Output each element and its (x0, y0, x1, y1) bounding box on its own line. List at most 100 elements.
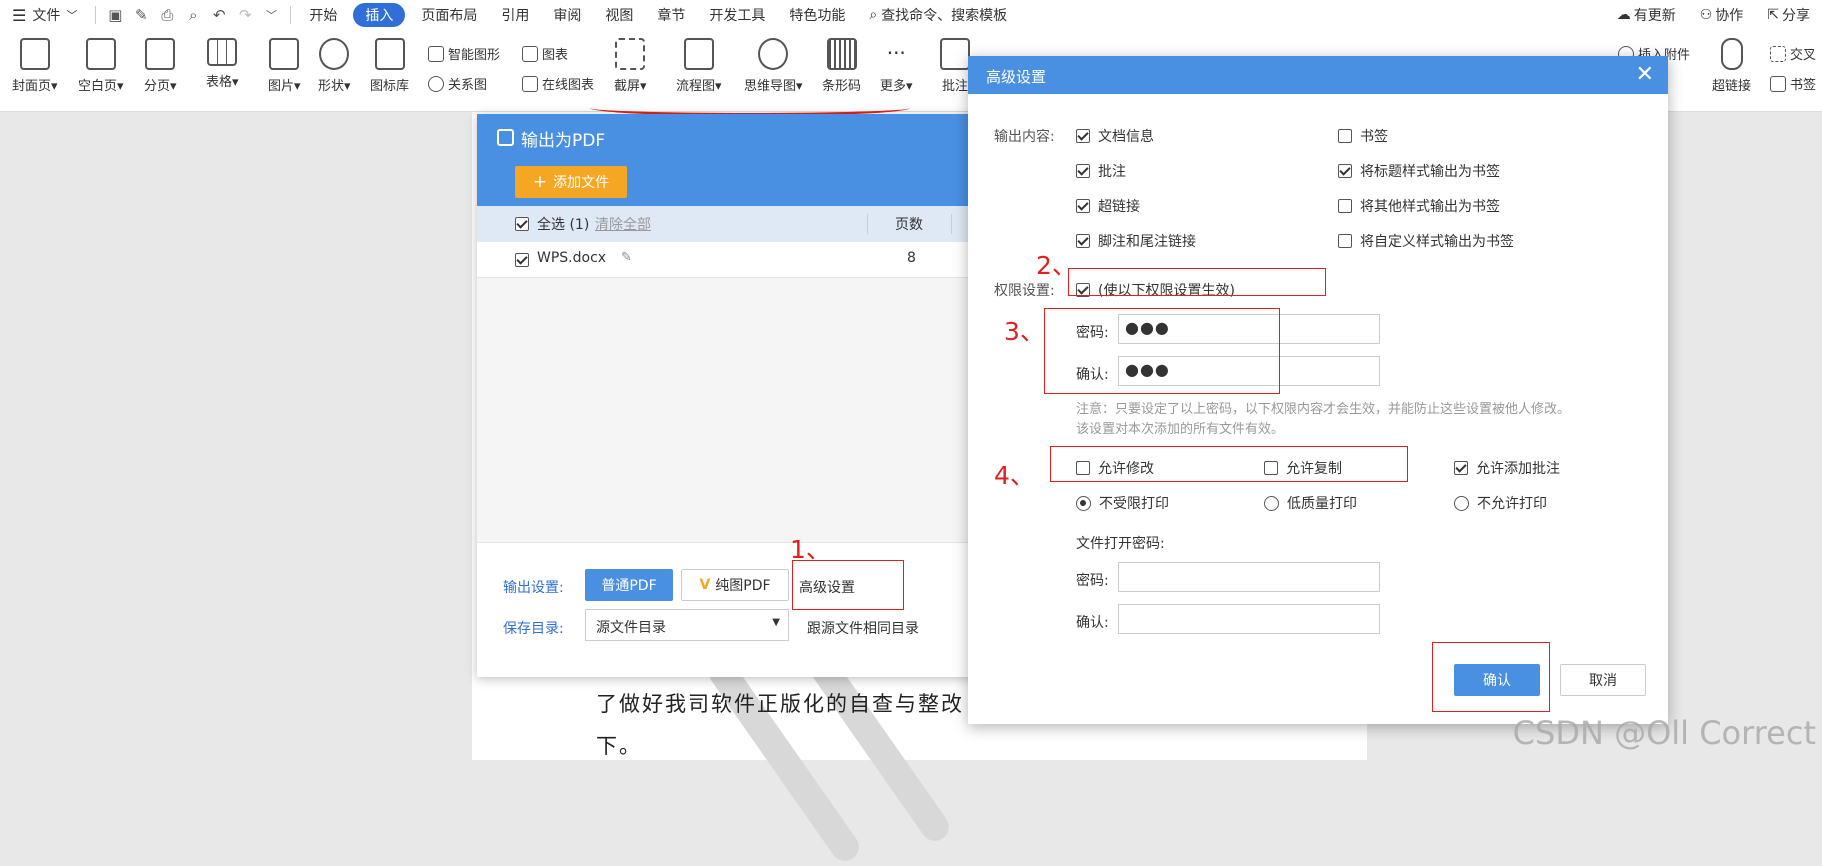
collaborate-button[interactable]: ⚇协作 (1688, 0, 1756, 30)
comment-button[interactable]: 批注 (940, 38, 970, 94)
print-none-option[interactable]: 不允许打印 (1454, 493, 1547, 513)
mindmap-button[interactable]: 思维导图▾ (744, 38, 803, 94)
add-file-button[interactable]: +添加文件 (515, 166, 627, 198)
cross-reference-button[interactable]: 交叉 (1770, 44, 1816, 63)
checkbox[interactable] (1338, 164, 1352, 178)
icon-library-button[interactable]: 图标库 (370, 38, 409, 94)
tab-insert[interactable]: 插入 (353, 3, 405, 27)
tab-start[interactable]: 开始 (297, 0, 349, 30)
open-password-input[interactable] (1118, 562, 1380, 592)
blank-page-button[interactable]: 空白页▾ (78, 38, 124, 94)
print-low-option[interactable]: 低质量打印 (1264, 493, 1357, 513)
clear-all-link[interactable]: 清除全部 (595, 214, 651, 234)
barcode-button[interactable]: 条形码 (822, 38, 861, 94)
annotation-box-4 (1050, 446, 1408, 482)
select-all-checkbox[interactable] (515, 217, 529, 231)
checkbox[interactable] (1454, 461, 1468, 475)
pdf-export-icon (497, 129, 514, 146)
hyperlink-button[interactable]: 超链接 (1712, 38, 1751, 94)
file-checkbox[interactable] (515, 253, 529, 267)
save-dir-select[interactable]: 源文件目录 ▼ (585, 609, 789, 641)
undo-icon[interactable]: ↶ (206, 0, 232, 30)
file-pages: 8 (907, 250, 916, 266)
tab-developer[interactable]: 开发工具 (697, 0, 777, 30)
annotation-box-3 (1044, 308, 1280, 394)
tab-review[interactable]: 审阅 (541, 0, 593, 30)
flowchart-button[interactable]: 流程图▾ (676, 38, 722, 94)
online-chart-button[interactable]: 在线图表 (522, 74, 594, 93)
file-table-header: 全选 (1) 清除全部 页数 (477, 206, 1000, 242)
opt-custom-style-bookmarks[interactable]: 将自定义样式输出为书签 (1338, 231, 1514, 251)
relation-chart-button[interactable]: 关系图 (428, 74, 487, 93)
permission-note-2: 该设置对本次添加的所有文件有效。 (1076, 420, 1284, 440)
opt-comments[interactable]: 批注 (1076, 161, 1126, 181)
shape-icon (319, 38, 349, 70)
pure-image-pdf-button[interactable]: V纯图PDF (681, 569, 789, 601)
divider (951, 214, 952, 234)
save-icon[interactable]: ▣ (102, 0, 128, 30)
table-button[interactable]: 表格▾ (206, 38, 239, 90)
tab-references[interactable]: 引用 (489, 0, 541, 30)
edit-icon[interactable]: ✎ (621, 250, 632, 265)
format-painter-icon[interactable]: ✎ (128, 0, 154, 30)
picture-button[interactable]: 图片▾ (268, 38, 301, 94)
opt-footnotes[interactable]: 脚注和尾注链接 (1076, 231, 1196, 251)
tab-section[interactable]: 章节 (645, 0, 697, 30)
table-icon (207, 38, 237, 66)
annotation-number-3: 3、 (1004, 312, 1045, 348)
icon-library-icon (375, 38, 405, 70)
radio[interactable] (1264, 496, 1279, 511)
print-icon[interactable]: ⎙ (154, 0, 180, 30)
checkbox[interactable] (1338, 234, 1352, 248)
checkbox[interactable] (1076, 199, 1090, 213)
search-box[interactable]: ⌕查找命令、搜索模板 (857, 0, 1019, 30)
opt-other-style-bookmarks[interactable]: 将其他样式输出为书签 (1338, 196, 1500, 216)
checkbox[interactable] (1076, 129, 1090, 143)
cover-page-button[interactable]: 封面页▾ (12, 38, 58, 94)
normal-pdf-button[interactable]: 普通PDF (585, 569, 673, 601)
file-name: WPS.docx (537, 250, 606, 266)
checkbox[interactable] (1076, 164, 1090, 178)
checkbox[interactable] (1338, 199, 1352, 213)
radio[interactable] (1454, 496, 1469, 511)
mindmap-icon (758, 38, 788, 70)
select-all-label: 全选 (1) (537, 214, 589, 234)
opt-label: 将标题样式输出为书签 (1360, 161, 1500, 181)
save-dir-label: 保存目录: (503, 618, 564, 638)
opt-hyperlinks[interactable]: 超链接 (1076, 196, 1140, 216)
annotation-number-4: 4、 (994, 456, 1035, 492)
more-button[interactable]: ···更多▾ (880, 38, 913, 94)
radio[interactable] (1076, 496, 1091, 511)
tab-features[interactable]: 特色功能 (777, 0, 857, 30)
opt-doc-info[interactable]: 文档信息 (1076, 126, 1154, 146)
cancel-button[interactable]: 取消 (1560, 664, 1646, 696)
file-menu[interactable]: ☰文件﹀ (0, 0, 89, 30)
col-pages-header: 页数 (895, 214, 923, 234)
close-icon[interactable]: ✕ (1636, 62, 1654, 87)
page-break-button[interactable]: 分页▾ (144, 38, 177, 94)
print-unlimited-option[interactable]: 不受限打印 (1076, 493, 1169, 513)
redo-icon[interactable]: ↷ (232, 0, 258, 30)
more-icon: ··· (881, 38, 911, 70)
table-row[interactable]: WPS.docx ✎ 8 (477, 242, 1000, 278)
opt-heading-bookmarks[interactable]: 将标题样式输出为书签 (1338, 161, 1500, 181)
open-confirm-input[interactable] (1118, 604, 1380, 634)
allow-comment-option[interactable]: 允许添加批注 (1454, 458, 1560, 478)
shape-button[interactable]: 形状▾ (318, 38, 351, 94)
screenshot-button[interactable]: 截屏▾ (614, 38, 647, 94)
quick-access-dropdown-icon[interactable]: ﹀ (258, 0, 284, 30)
opt-label: 将自定义样式输出为书签 (1360, 231, 1514, 251)
smart-art-button[interactable]: 智能图形 (428, 44, 500, 63)
opt-label: 书签 (1360, 126, 1388, 146)
opt-bookmarks[interactable]: 书签 (1338, 126, 1388, 146)
tab-page-layout[interactable]: 页面布局 (409, 0, 489, 30)
bookmark-button[interactable]: 书签 (1770, 74, 1816, 93)
print-preview-icon[interactable]: ⌕ (180, 0, 206, 30)
share-button[interactable]: ⇱分享 (1755, 0, 1822, 30)
update-button[interactable]: ☁有更新 (1605, 0, 1688, 30)
chart-button[interactable]: 图表 (522, 44, 568, 63)
checkbox[interactable] (1338, 129, 1352, 143)
tab-view[interactable]: 视图 (593, 0, 645, 30)
menu-bar: ☰文件﹀ ▣ ✎ ⎙ ⌕ ↶ ↷ ﹀ 开始 插入 页面布局 引用 审阅 视图 章… (0, 0, 1822, 30)
checkbox[interactable] (1076, 234, 1090, 248)
